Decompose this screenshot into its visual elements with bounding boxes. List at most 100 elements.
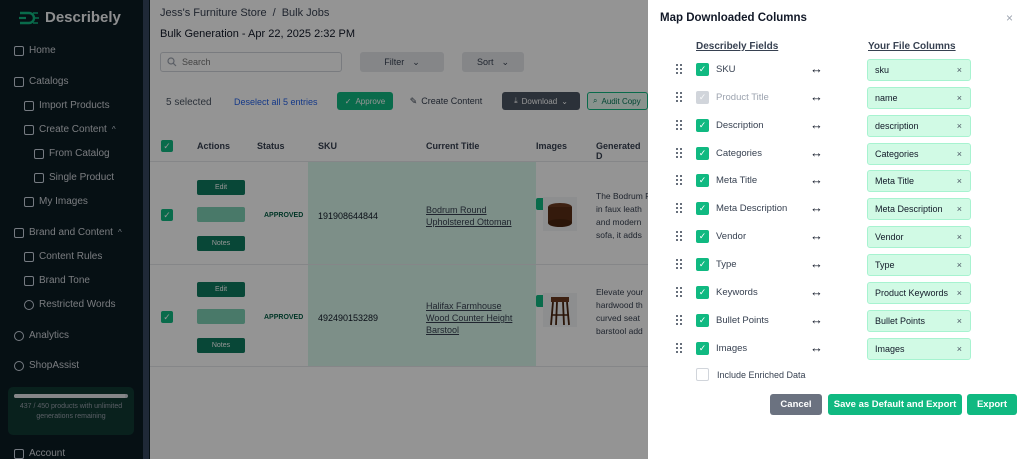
mapping-row: ✓ Images ↔ × [648, 337, 1024, 360]
bidirectional-arrow-icon: ↔ [810, 339, 823, 355]
close-icon[interactable]: × [1006, 11, 1013, 25]
clear-icon[interactable]: × [957, 344, 962, 354]
drag-handle-icon[interactable] [676, 203, 684, 214]
clear-icon[interactable]: × [957, 121, 962, 131]
file-column-field[interactable]: × [867, 226, 971, 249]
field-label: Vendor [716, 231, 747, 243]
mapping-row: ✓ SKU ↔ × [648, 59, 1024, 81]
field-checkbox[interactable]: ✓ [696, 174, 709, 188]
file-column-input[interactable] [875, 65, 953, 75]
mapping-row: ✓ Categories ↔ × [648, 142, 1024, 165]
mapping-row: ✓ Keywords ↔ × [648, 281, 1024, 304]
drag-handle-icon[interactable] [676, 147, 684, 159]
clear-icon[interactable]: × [957, 288, 962, 298]
field-checkbox[interactable]: ✓ [696, 202, 709, 216]
bidirectional-arrow-icon: ↔ [810, 61, 823, 76]
file-column-field[interactable]: × [867, 170, 971, 193]
field-checkbox[interactable]: ✓ [696, 230, 709, 244]
bidirectional-arrow-icon: ↔ [810, 311, 823, 327]
mapping-row: ✓ Description ↔ × [648, 114, 1024, 137]
drag-handle-icon[interactable] [676, 231, 684, 242]
bidirectional-arrow-icon: ↔ [810, 144, 823, 160]
mapping-row: ✓ Type ↔ × [648, 253, 1024, 276]
field-label: Keywords [716, 286, 758, 298]
drag-handle-icon[interactable] [676, 91, 684, 103]
field-label: Meta Title [716, 175, 758, 187]
clear-icon[interactable]: × [957, 232, 962, 242]
file-column-input[interactable] [875, 259, 953, 270]
file-column-input[interactable] [875, 232, 953, 243]
bidirectional-arrow-icon: ↔ [810, 200, 823, 216]
panel-title: Map Downloaded Columns [660, 12, 807, 24]
file-column-field[interactable]: × [867, 86, 971, 109]
save-default-export-button[interactable]: Save as Default and Export [828, 394, 962, 415]
file-columns-header: Your File Columns [868, 41, 956, 52]
file-column-input[interactable] [875, 204, 953, 215]
field-label: Type [716, 258, 737, 270]
include-enriched-option[interactable]: Include Enriched Data [696, 368, 806, 381]
file-column-input[interactable] [875, 92, 953, 103]
field-label: Description [716, 119, 764, 131]
bidirectional-arrow-icon: ↔ [810, 116, 823, 132]
file-column-field[interactable]: × [867, 281, 971, 304]
drag-handle-icon[interactable] [676, 119, 684, 131]
clear-icon[interactable]: × [957, 149, 962, 159]
field-checkbox[interactable]: ✓ [696, 63, 709, 76]
clear-icon[interactable]: × [957, 93, 962, 103]
file-column-input[interactable] [875, 315, 953, 326]
drag-handle-icon[interactable] [676, 64, 684, 75]
field-checkbox[interactable]: ✓ [696, 118, 709, 132]
field-checkbox[interactable]: ✓ [696, 146, 709, 160]
field-label: Bullet Points [716, 314, 769, 326]
bidirectional-arrow-icon: ↔ [810, 172, 823, 188]
field-checkbox: ✓ [696, 90, 709, 104]
export-button[interactable]: Export [967, 394, 1017, 415]
file-column-input[interactable] [875, 287, 953, 298]
drag-handle-icon[interactable] [676, 314, 684, 326]
field-label: Images [716, 342, 748, 354]
clear-icon[interactable]: × [957, 204, 962, 214]
cancel-button[interactable]: Cancel [770, 394, 822, 415]
describely-fields-header: Describely Fields [696, 41, 779, 52]
file-column-field[interactable]: × [867, 337, 971, 360]
file-column-field[interactable]: × [867, 198, 971, 221]
mapping-row: ✓ Meta Description ↔ × [648, 198, 1024, 221]
map-columns-panel: Map Downloaded Columns × Describely Fiel… [648, 0, 1024, 459]
drag-handle-icon[interactable] [676, 286, 684, 298]
file-column-input[interactable] [875, 120, 953, 131]
field-checkbox[interactable]: ✓ [696, 285, 709, 299]
bidirectional-arrow-icon: ↔ [810, 283, 823, 299]
include-enriched-label: Include Enriched Data [717, 369, 806, 380]
bidirectional-arrow-icon: ↔ [810, 255, 823, 271]
mapping-row: ✓ Vendor ↔ × [648, 226, 1024, 249]
file-column-field[interactable]: × [867, 142, 971, 165]
file-column-input[interactable] [875, 343, 953, 354]
field-label: Meta Description [716, 203, 788, 215]
bidirectional-arrow-icon: ↔ [810, 88, 823, 104]
clear-icon[interactable]: × [957, 176, 962, 186]
file-column-input[interactable] [875, 148, 953, 159]
clear-icon[interactable]: × [957, 65, 962, 75]
bidirectional-arrow-icon: ↔ [810, 228, 823, 244]
field-checkbox[interactable]: ✓ [696, 341, 709, 355]
drag-handle-icon[interactable] [676, 258, 684, 270]
field-label: Categories [716, 147, 762, 159]
file-column-field[interactable]: × [867, 309, 971, 332]
mapping-row: ✓ Product Title ↔ × [648, 86, 1024, 109]
field-checkbox[interactable]: ✓ [696, 257, 709, 271]
file-column-input[interactable] [875, 176, 953, 187]
mapping-row: ✓ Meta Title ↔ × [648, 170, 1024, 193]
clear-icon[interactable]: × [957, 260, 962, 270]
file-column-field[interactable]: × [867, 253, 971, 276]
drag-handle-icon[interactable] [676, 342, 684, 354]
file-column-field[interactable]: × [867, 59, 971, 81]
clear-icon[interactable]: × [957, 316, 962, 326]
field-checkbox[interactable]: ✓ [696, 313, 709, 327]
mapping-row: ✓ Bullet Points ↔ × [648, 309, 1024, 332]
field-label: SKU [716, 64, 736, 75]
modal-backdrop[interactable] [0, 0, 648, 459]
drag-handle-icon[interactable] [676, 175, 684, 186]
file-column-field[interactable]: × [867, 114, 971, 137]
sidebar-scrollbar[interactable] [143, 0, 149, 459]
include-enriched-checkbox[interactable] [696, 368, 709, 381]
